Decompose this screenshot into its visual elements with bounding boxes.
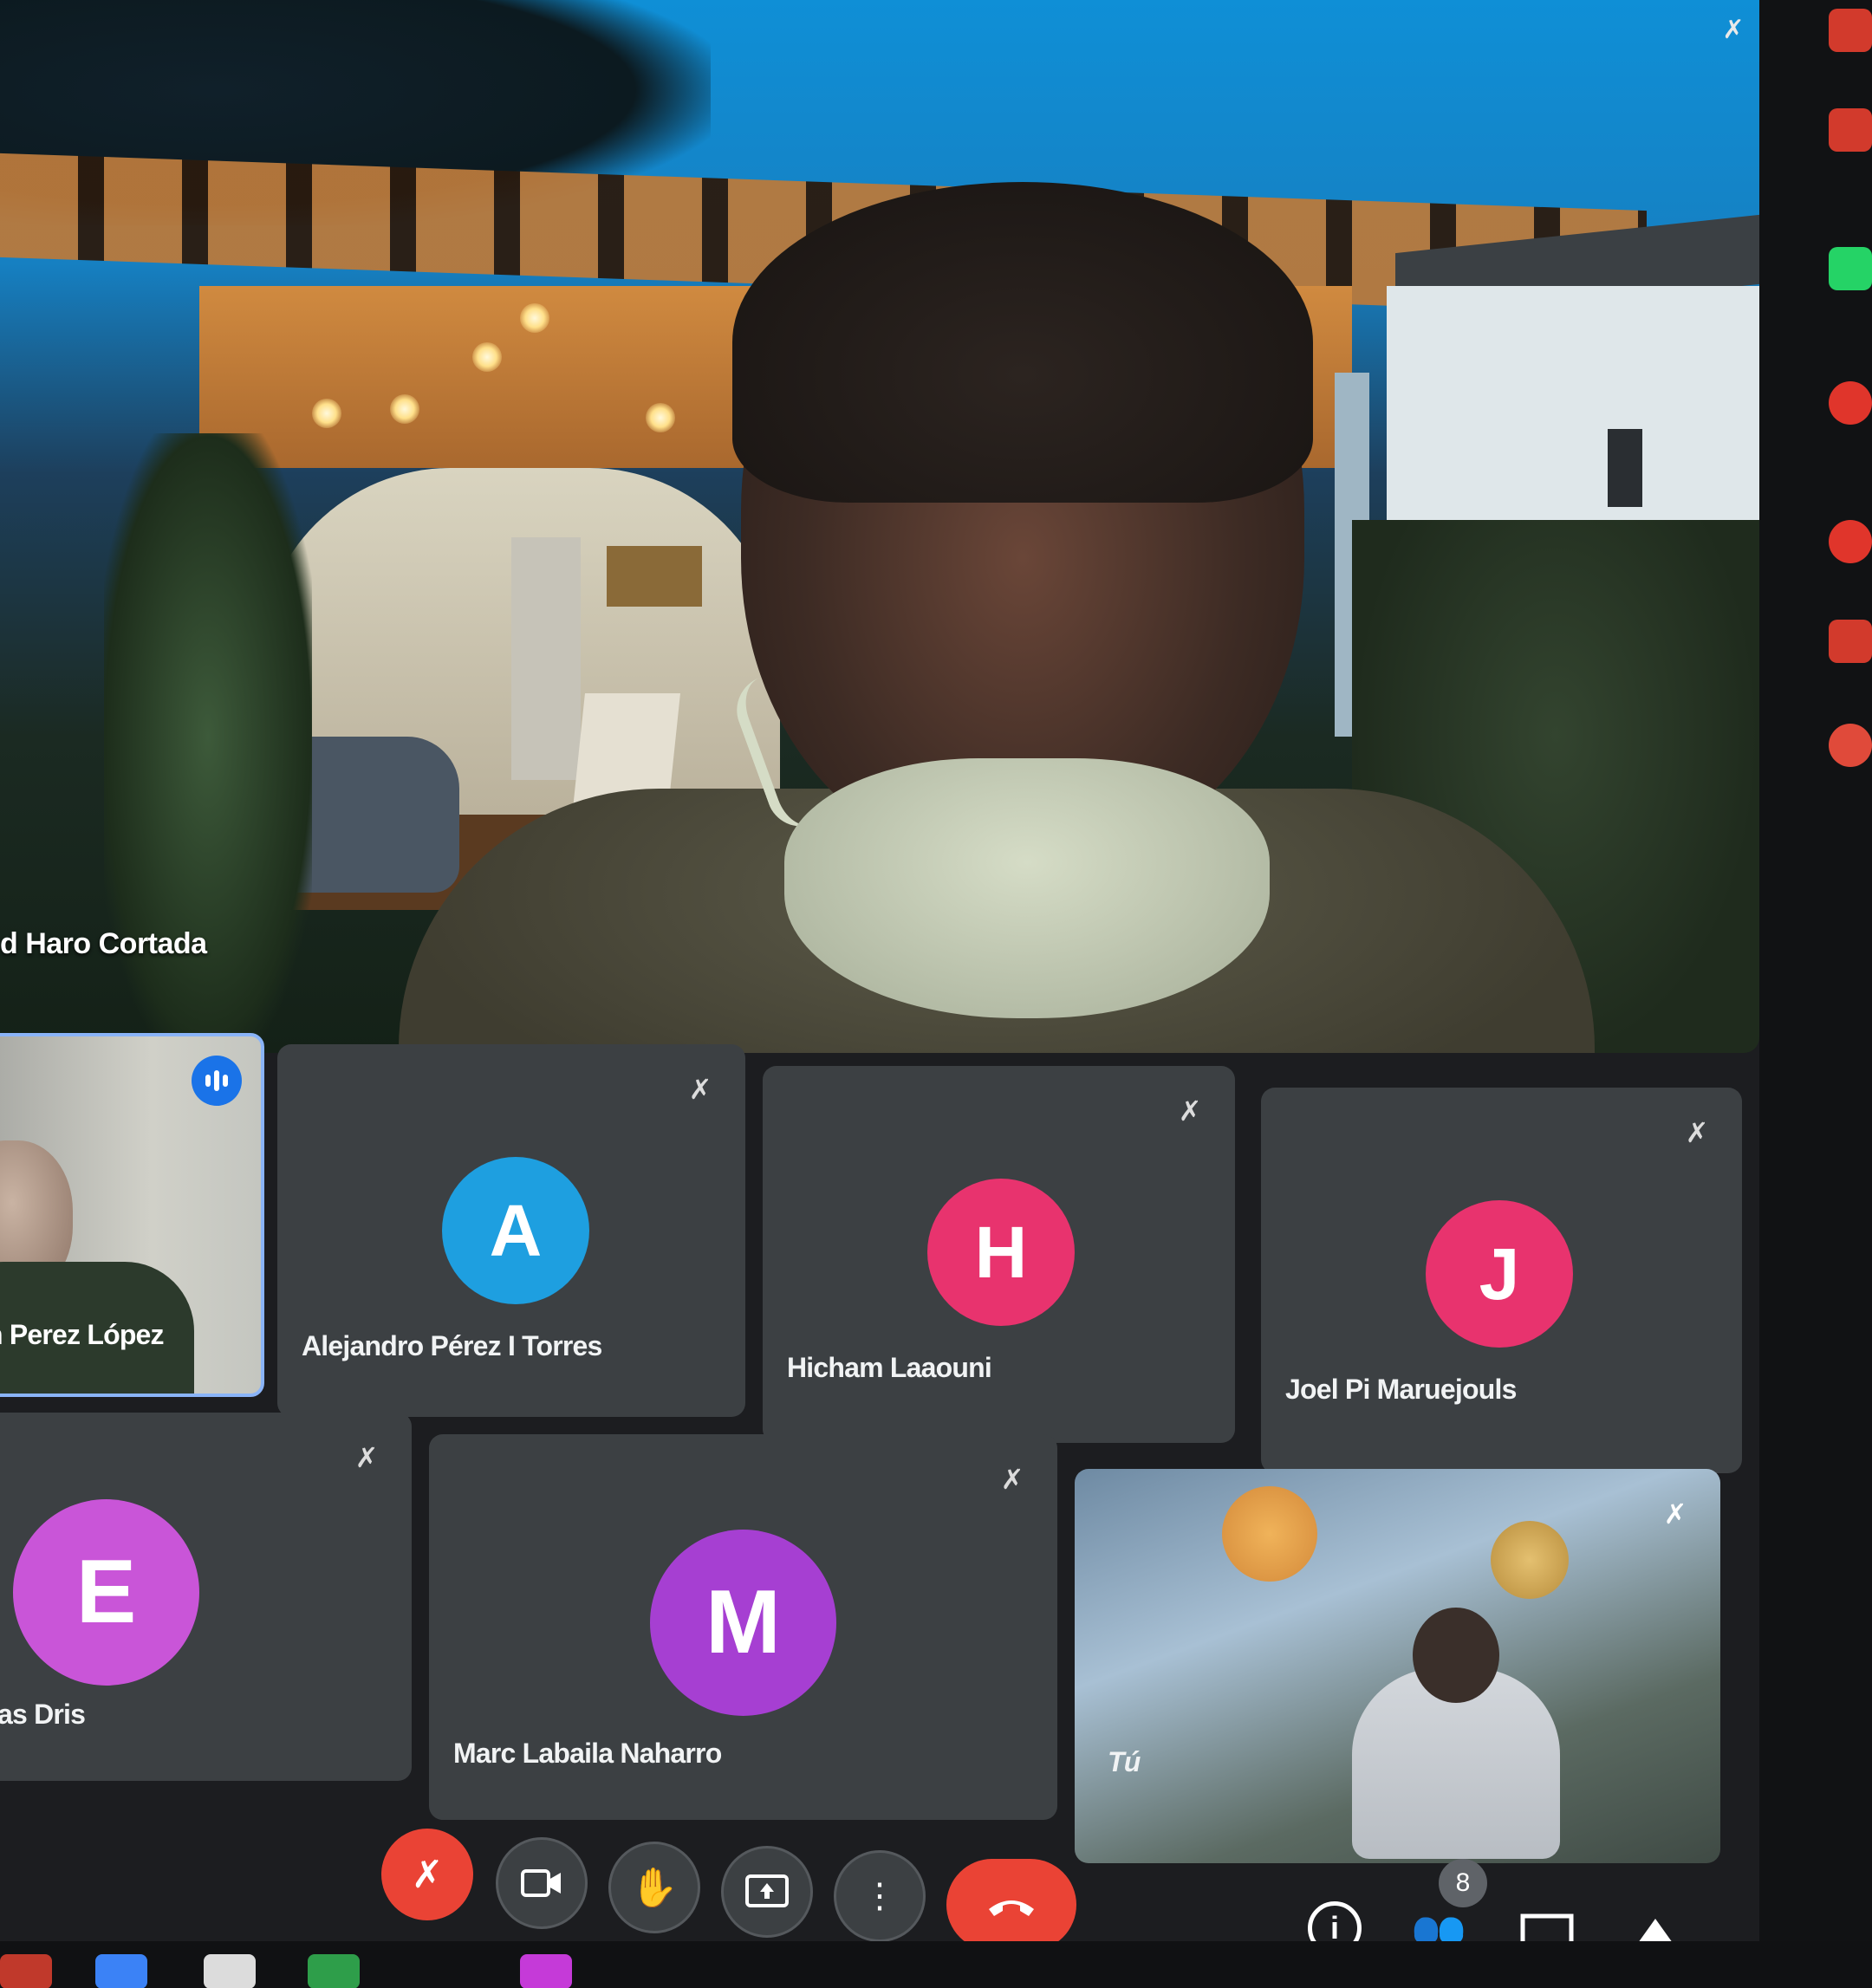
self-view-head — [1413, 1608, 1499, 1703]
participant-name: vas Dris — [0, 1699, 86, 1730]
taskbar-app-icon[interactable] — [1829, 108, 1872, 152]
background-lamp — [646, 403, 675, 432]
background-lamp — [390, 394, 419, 424]
participant-avatar: M — [650, 1530, 836, 1716]
more-options-button[interactable]: ⋮ — [834, 1850, 926, 1942]
whatsapp-icon[interactable] — [1829, 247, 1872, 290]
background-lamp — [472, 342, 502, 372]
mic-off-icon: ✗ — [354, 1442, 379, 1473]
participant-tile[interactable]: ✗ E vas Dris — [0, 1413, 412, 1781]
raise-hand-icon: ✋ — [630, 1867, 679, 1909]
camera-toggle-button[interactable] — [496, 1837, 588, 1929]
speaker-name-label: d Haro Cortada — [0, 927, 207, 960]
taskbar-app-icon[interactable] — [95, 1954, 147, 1988]
speaking-indicator-icon — [192, 1056, 242, 1106]
speaker-hair — [732, 182, 1313, 503]
mic-toggle-button[interactable]: ✗ — [381, 1829, 473, 1920]
taskbar-app-icon[interactable] — [520, 1954, 572, 1988]
taskbar-app-icon[interactable] — [0, 1954, 52, 1988]
camera-icon — [521, 1869, 561, 1897]
taskbar — [0, 1941, 1872, 1988]
more-options-icon: ⋮ — [862, 1877, 897, 1915]
participant-tile[interactable]: ✗ A Alejandro Pérez I Torres — [277, 1044, 745, 1417]
background-lamp — [520, 303, 549, 333]
mic-off-icon: ✗ — [411, 1853, 444, 1896]
self-view-background-object — [1491, 1521, 1569, 1599]
participant-tile[interactable]: ✗ J Joel Pi Maruejouls — [1261, 1088, 1742, 1473]
speaker-face-mask — [784, 758, 1270, 1018]
people-count-badge: 8 — [1439, 1859, 1487, 1907]
mic-off-icon: ✗ — [1663, 1498, 1687, 1530]
participant-avatar: E — [13, 1499, 199, 1686]
background-lamp — [312, 399, 341, 428]
taskbar-app-icon[interactable] — [1829, 9, 1872, 52]
participant-tile[interactable]: n Perez López — [0, 1033, 264, 1397]
taskbar-app-icon[interactable] — [308, 1954, 360, 1988]
participant-name: Joel Pi Maruejouls — [1285, 1374, 1517, 1405]
participant-name: n Perez López — [0, 1319, 165, 1350]
participant-tile[interactable]: ✗ M Marc Labaila Naharro — [429, 1434, 1057, 1820]
mic-off-icon: ✗ — [1685, 1117, 1709, 1148]
participant-name: Hicham Laaouni — [787, 1352, 992, 1383]
taskbar-app-icon[interactable] — [1829, 381, 1872, 425]
end-call-icon — [989, 1900, 1034, 1916]
taskbar-app-icon[interactable] — [1829, 724, 1872, 767]
background-trailer-window — [607, 546, 702, 607]
self-view-tile[interactable]: ✗ Tú — [1075, 1469, 1720, 1863]
opera-icon[interactable] — [1829, 520, 1872, 563]
mic-off-icon: ✗ — [1722, 15, 1745, 44]
background-house-window — [1608, 429, 1642, 507]
main-speaker-video[interactable]: ✗ d Haro Cortada — [0, 0, 1759, 1053]
present-screen-icon — [745, 1874, 789, 1907]
participant-tile[interactable]: ✗ H Hicham Laaouni — [763, 1066, 1235, 1443]
background-trailer-door — [511, 537, 581, 780]
taskbar-app-icon[interactable] — [1829, 620, 1872, 663]
participant-name: Marc Labaila Naharro — [453, 1738, 722, 1769]
present-screen-button[interactable] — [721, 1846, 813, 1938]
participant-avatar: H — [927, 1179, 1075, 1326]
self-view-background-object — [1222, 1486, 1317, 1582]
taskbar-app-icon[interactable] — [204, 1954, 256, 1988]
mic-off-icon: ✗ — [1178, 1095, 1202, 1127]
participant-name: Tú — [1108, 1746, 1141, 1777]
mic-off-icon: ✗ — [1000, 1464, 1024, 1495]
participant-name: Alejandro Pérez I Torres — [302, 1330, 602, 1361]
mic-off-icon: ✗ — [688, 1074, 712, 1105]
participant-avatar: A — [442, 1157, 589, 1304]
participant-avatar: J — [1426, 1200, 1573, 1348]
monitor-bezel — [1759, 0, 1872, 1988]
leave-call-button[interactable] — [946, 1859, 1076, 1951]
raise-hand-button[interactable]: ✋ — [608, 1842, 700, 1933]
